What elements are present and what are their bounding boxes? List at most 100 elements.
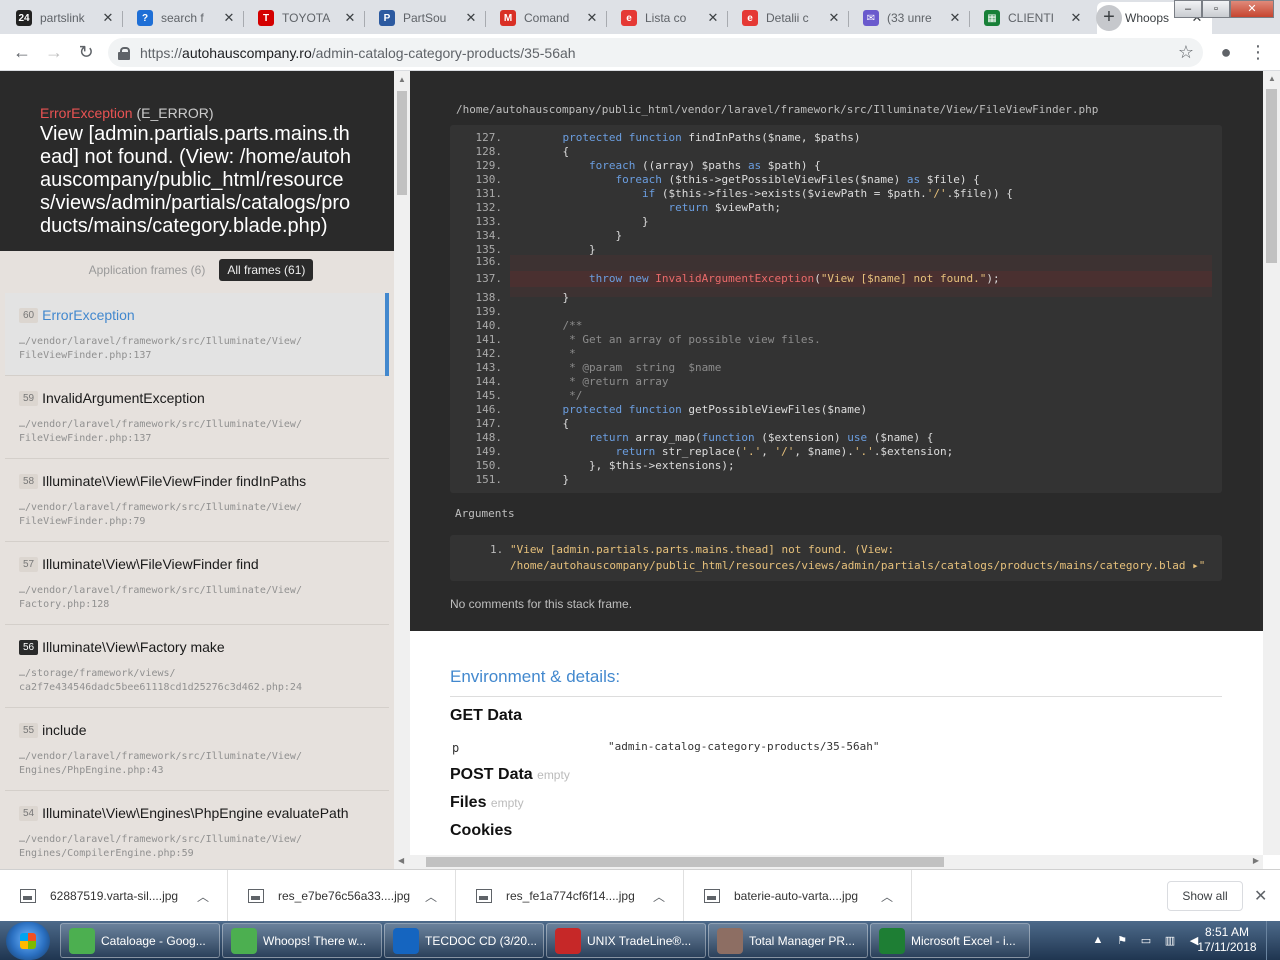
download-item[interactable]: res_fe1a774cf6f14....jpg ︿ xyxy=(456,870,684,922)
start-button[interactable] xyxy=(6,922,50,960)
line-number: 139. xyxy=(475,305,503,318)
code-line: 150. }, $this->extensions); xyxy=(450,459,1222,473)
close-tab-icon[interactable]: ✕ xyxy=(706,10,720,26)
code-line: 149. return str_replace('.', '/', $name)… xyxy=(450,445,1222,459)
frame-file-path[interactable]: /home/autohauscompany/public_html/vendor… xyxy=(456,103,1098,116)
tab-3[interactable]: P PartSou ✕ xyxy=(371,2,486,34)
network-icon[interactable]: ▥ xyxy=(1162,934,1178,948)
maximize-button[interactable]: ▫ xyxy=(1202,0,1230,18)
profile-icon[interactable]: ● xyxy=(1214,41,1238,63)
tab-7[interactable]: ✉ (33 unre ✕ xyxy=(855,2,970,34)
code-line: 128. { xyxy=(450,145,1222,159)
taskbar-item[interactable]: Total Manager PR... xyxy=(708,923,868,958)
argument-value: "View [admin.partials.parts.mains.thead]… xyxy=(510,543,895,556)
tab-separator xyxy=(122,11,123,27)
tray-expand-icon[interactable]: ▲ xyxy=(1090,934,1106,948)
chevron-up-icon[interactable]: ︿ xyxy=(881,888,911,905)
window-controls: – ▫ ✕ xyxy=(1174,0,1274,20)
tab-8[interactable]: ▦ CLIENTI ✕ xyxy=(976,2,1091,34)
tab-separator xyxy=(485,11,486,27)
close-tab-icon[interactable]: ✕ xyxy=(1069,10,1083,26)
taskbar-item[interactable]: Cataloage - Goog... xyxy=(60,923,220,958)
tab-4[interactable]: M Comand ✕ xyxy=(492,2,607,34)
chevron-up-icon[interactable]: ︿ xyxy=(425,888,455,905)
scroll-up-icon[interactable]: ▲ xyxy=(398,75,406,84)
frame-class: Illuminate\View\Factory make xyxy=(42,639,225,655)
tab-1[interactable]: ? search f ✕ xyxy=(129,2,244,34)
chevron-up-icon[interactable]: ︿ xyxy=(653,888,683,905)
stack-frame[interactable]: 54 Illuminate\View\Engines\PhpEngine eval… xyxy=(5,791,389,869)
post-data-heading: POST Data empty xyxy=(450,766,570,783)
forward-icon[interactable]: → xyxy=(42,41,66,65)
divider xyxy=(450,696,1222,697)
show-desktop-button[interactable] xyxy=(1266,921,1280,960)
stack-frame[interactable]: 60 ErrorException …/vendor/laravel/framewo… xyxy=(5,293,389,376)
close-tab-icon[interactable]: ✕ xyxy=(343,10,357,26)
page-scrollbar[interactable]: ▲ xyxy=(1263,71,1280,855)
taskbar-item[interactable]: Microsoft Excel - i... xyxy=(870,923,1030,958)
tab-5[interactable]: e Lista co ✕ xyxy=(613,2,728,34)
minimize-button[interactable]: – xyxy=(1174,0,1202,18)
close-window-button[interactable]: ✕ xyxy=(1230,0,1274,18)
scroll-right-icon[interactable]: ▶ xyxy=(1253,856,1259,865)
download-item[interactable]: baterie-auto-varta....jpg ︿ xyxy=(684,870,912,922)
system-clock[interactable]: 8:51 AM 17/11/2018 xyxy=(1196,925,1258,955)
frame-file: …/vendor/laravel/framework/src/Illuminat… xyxy=(19,750,375,778)
tab-2[interactable]: T TOYOTA ✕ xyxy=(250,2,365,34)
frames-scrollbar[interactable]: ▲ ▼ xyxy=(394,71,410,869)
scroll-thumb[interactable] xyxy=(1266,89,1277,263)
reload-icon[interactable]: ↻ xyxy=(74,41,98,65)
code-viewer: 127. protected function findInPaths($nam… xyxy=(450,125,1222,493)
frame-file-name: Engines/CompilerEngine.php xyxy=(19,848,176,859)
back-icon[interactable]: ← xyxy=(10,41,34,65)
code-panel: /home/autohauscompany/public_html/vendor… xyxy=(410,71,1263,631)
argument-value-cont[interactable]: /home/autohauscompany/public_html/resour… xyxy=(510,559,1205,572)
display-icon[interactable]: ▭ xyxy=(1138,934,1154,948)
close-tab-icon[interactable]: ✕ xyxy=(585,10,599,26)
stack-frame[interactable]: 57 Illuminate\View\FileViewFinder find …/v… xyxy=(5,542,389,625)
chevron-up-icon[interactable]: ︿ xyxy=(197,888,227,905)
code-line: 139. xyxy=(450,305,1222,319)
close-tab-icon[interactable]: ✕ xyxy=(101,10,115,26)
tab-application-frames[interactable]: Application frames (6) xyxy=(81,259,214,281)
tab-6[interactable]: e Detalii c ✕ xyxy=(734,2,849,34)
download-item[interactable]: 62887519.varta-sil....jpg ︿ xyxy=(0,870,228,922)
horizontal-scrollbar[interactable]: ◀ ▶ xyxy=(394,855,1263,869)
taskbar-item[interactable]: TECDOC CD (3/20... xyxy=(384,923,544,958)
scroll-thumb[interactable] xyxy=(397,91,407,195)
close-tab-icon[interactable]: ✕ xyxy=(948,10,962,26)
close-tab-icon[interactable]: ✕ xyxy=(222,10,236,26)
close-tab-icon[interactable]: ✕ xyxy=(827,10,841,26)
code-line: 136. xyxy=(450,255,1222,269)
scroll-left-icon[interactable]: ◀ xyxy=(398,856,404,865)
code-text: return $viewPath; xyxy=(668,201,782,214)
action-center-icon[interactable]: ⚑ xyxy=(1114,934,1130,948)
frame-file: …/storage/framework/views/ca2f7e434546da… xyxy=(19,667,375,695)
menu-icon[interactable]: ⋮ xyxy=(1246,41,1270,63)
taskbar-item[interactable]: UNIX TradeLine®... xyxy=(546,923,706,958)
code-line: 141. * Get an array of possible view fil… xyxy=(450,333,1222,347)
new-tab-button[interactable]: + xyxy=(1096,5,1122,31)
code-text: * Get an array of possible view files. xyxy=(536,333,821,346)
close-tab-icon[interactable]: ✕ xyxy=(464,10,478,26)
stack-frame[interactable]: 58 Illuminate\View\FileViewFinder findInP… xyxy=(5,459,389,542)
scroll-thumb[interactable] xyxy=(426,857,944,867)
scroll-up-icon[interactable]: ▲ xyxy=(1268,74,1276,83)
line-number: 133. xyxy=(475,215,503,228)
code-line: 127. protected function findInPaths($nam… xyxy=(450,131,1222,145)
address-bar[interactable]: https://autohauscompany.ro/admin-catalog… xyxy=(108,38,1203,67)
taskbar-item[interactable]: Whoops! There w... xyxy=(222,923,382,958)
stack-frame[interactable]: 59 InvalidArgumentException …/vendor/larav… xyxy=(5,376,389,459)
bookmark-star-icon[interactable]: ☆ xyxy=(1174,41,1198,63)
tab-0[interactable]: 24 partslink ✕ xyxy=(8,2,123,34)
show-all-button[interactable]: Show all xyxy=(1167,881,1243,911)
frame-file-dir: …/vendor/laravel/framework/src/Illuminat… xyxy=(19,585,302,596)
tab-all-frames[interactable]: All frames (61) xyxy=(219,259,314,281)
stack-frame[interactable]: 56 Illuminate\View\Factory make …/storage/… xyxy=(5,625,389,708)
frame-class: InvalidArgumentException xyxy=(42,390,205,406)
download-item[interactable]: res_e7be76c56a33....jpg ︿ xyxy=(228,870,456,922)
download-filename: baterie-auto-varta....jpg xyxy=(734,889,859,903)
unix-icon xyxy=(555,927,581,954)
close-shelf-icon[interactable]: ✕ xyxy=(1254,886,1267,906)
stack-frame[interactable]: 55 include …/vendor/laravel/framework/src/… xyxy=(5,708,389,791)
